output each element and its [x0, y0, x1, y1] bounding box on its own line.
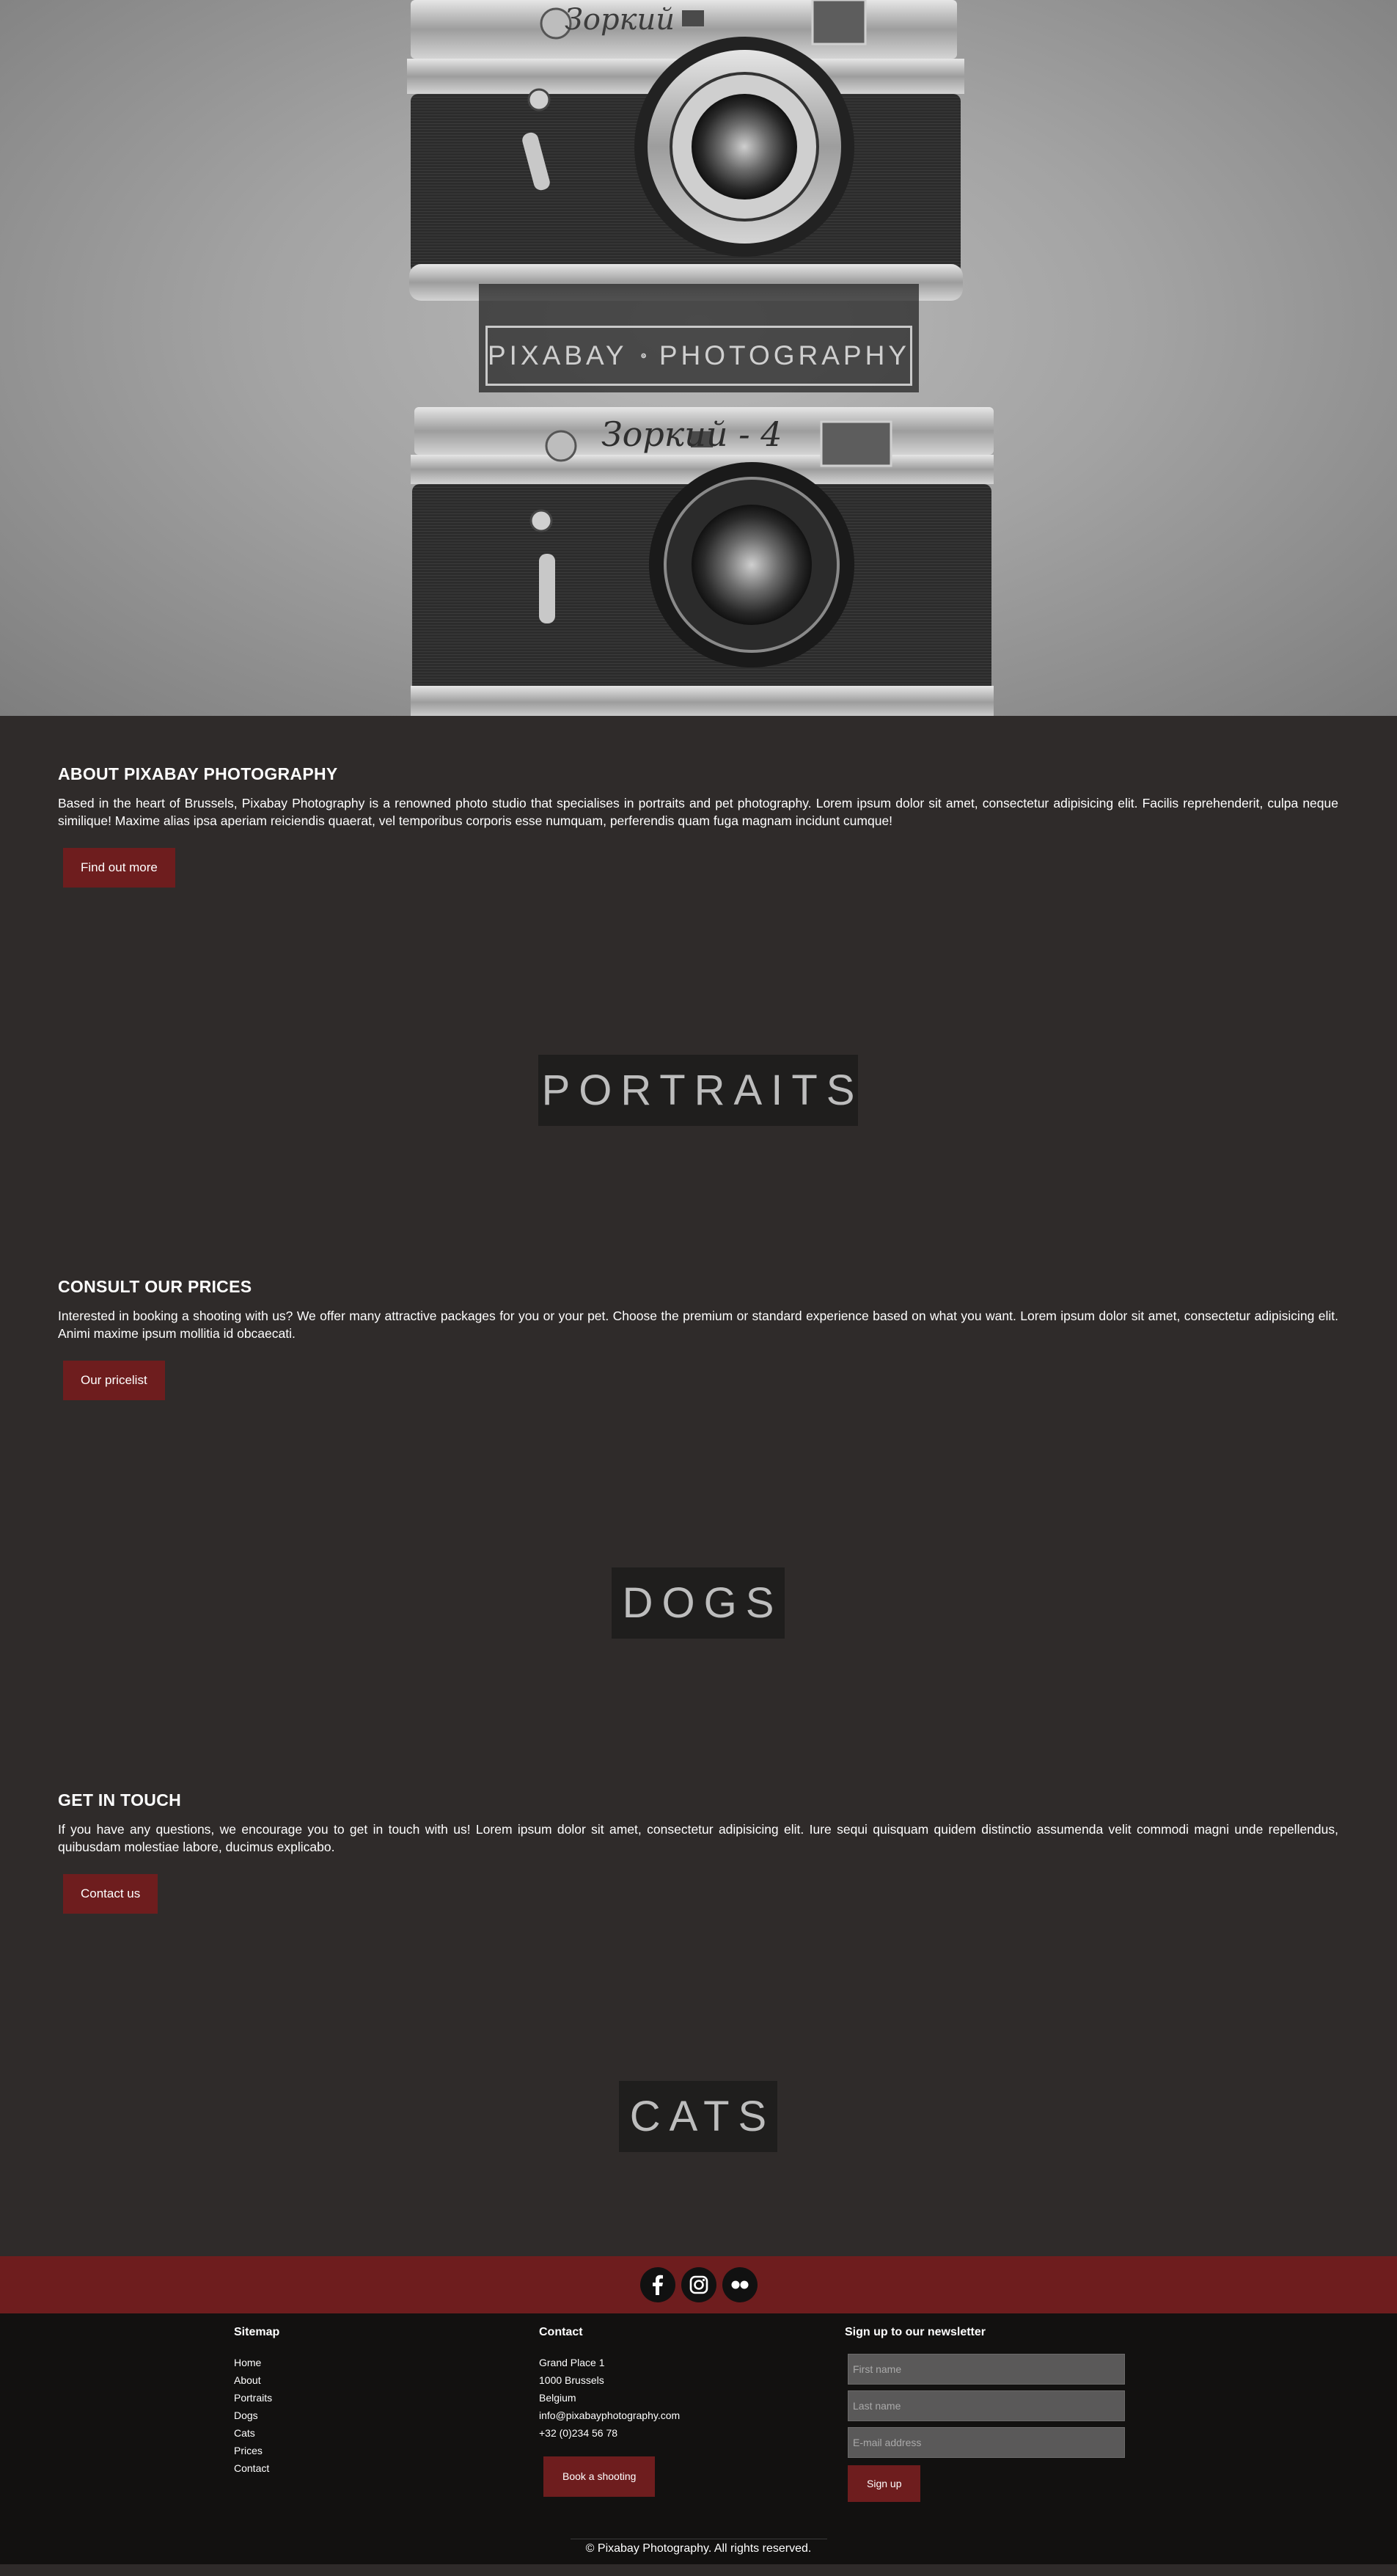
sitemap-link-portraits[interactable]: Portraits — [234, 2389, 279, 2407]
contact-phone[interactable]: +32 (0)234 56 78 — [539, 2424, 680, 2442]
sitemap-link-contact[interactable]: Contact — [234, 2459, 279, 2477]
logo-text-left: PIXABAY — [488, 340, 628, 370]
prices-text: Interested in booking a shooting with us… — [58, 1309, 1338, 1341]
bottom-strip — [0, 2564, 1397, 2576]
contact-title: GET IN TOUCH — [58, 1790, 182, 1810]
sitemap-link-cats[interactable]: Cats — [234, 2424, 279, 2442]
cats-banner-label: CATS — [629, 2093, 776, 2140]
book-shooting-button[interactable]: Book a shooting — [543, 2456, 656, 2497]
instagram-icon[interactable] — [681, 2267, 716, 2302]
footer-sitemap: Sitemap Home About Portraits Dogs Cats P… — [234, 2326, 279, 2477]
flickr-icon[interactable] — [722, 2267, 758, 2302]
first-name-input[interactable] — [848, 2354, 1125, 2385]
about-text: Based in the heart of Brussels, Pixabay … — [58, 796, 1338, 828]
camera-top-script: Зоркий — [565, 3, 675, 37]
pricelist-button[interactable]: Our pricelist — [63, 1361, 165, 1400]
social-bar — [0, 2256, 1397, 2313]
footer-contact: Contact Grand Place 1 1000 Brussels Belg… — [539, 2326, 680, 2497]
copyright-text: © Pixabay Photography. All rights reserv… — [585, 2542, 812, 2555]
footer-contact-title: Contact — [539, 2326, 583, 2338]
find-out-more-button[interactable]: Find out more — [63, 848, 175, 888]
contact-email[interactable]: info@pixabayphotography.com — [539, 2407, 680, 2424]
portraits-banner[interactable]: PORTRAITS — [538, 1055, 858, 1126]
email-input[interactable] — [848, 2427, 1125, 2458]
about-section: ABOUT PIXABAY PHOTOGRAPHY Based in the h… — [58, 764, 1338, 888]
footer: Sitemap Home About Portraits Dogs Cats P… — [0, 2313, 1397, 2564]
cats-banner[interactable]: CATS — [619, 2081, 777, 2152]
prices-section: CONSULT OUR PRICES Interested in booking… — [58, 1277, 1338, 1400]
contact-us-button[interactable]: Contact us — [63, 1874, 158, 1914]
camera-bottom-script: Зоркий - 4 — [601, 414, 782, 454]
aperture-icon — [640, 353, 646, 359]
dogs-banner[interactable]: DOGS — [612, 1567, 785, 1639]
contact-section: GET IN TOUCH If you have any questions, … — [58, 1790, 1338, 1914]
hero-image: Зоркий Зоркий - 4 PIXABAY PHOTOGRAPHY — [0, 0, 1397, 716]
sitemap-link-about[interactable]: About — [234, 2371, 279, 2389]
sitemap-link-home[interactable]: Home — [234, 2354, 279, 2371]
sitemap-list: Home About Portraits Dogs Cats Prices Co… — [234, 2354, 279, 2477]
address-country: Belgium — [539, 2392, 576, 2404]
sitemap-link-dogs[interactable]: Dogs — [234, 2407, 279, 2424]
dogs-banner-label: DOGS — [622, 1579, 783, 1627]
newsletter-title: Sign up to our newsletter — [845, 2326, 986, 2338]
contact-text: If you have any questions, we encourage … — [58, 1822, 1338, 1854]
sign-up-button[interactable]: Sign up — [848, 2465, 921, 2502]
facebook-icon[interactable] — [639, 2267, 675, 2302]
site-logo[interactable]: PIXABAY PHOTOGRAPHY — [485, 326, 912, 386]
last-name-input[interactable] — [848, 2390, 1125, 2421]
about-title: ABOUT PIXABAY PHOTOGRAPHY — [58, 764, 338, 783]
address-street: Grand Place 1 — [539, 2357, 605, 2368]
address-city: 1000 Brussels — [539, 2374, 604, 2386]
prices-title: CONSULT OUR PRICES — [58, 1277, 252, 1296]
portraits-banner-label: PORTRAITS — [541, 1066, 864, 1114]
sitemap-title: Sitemap — [234, 2326, 280, 2338]
logo-text-right: PHOTOGRAPHY — [659, 340, 910, 370]
footer-newsletter: Sign up to our newsletter Sign up — [845, 2326, 1125, 2502]
sitemap-link-prices[interactable]: Prices — [234, 2442, 279, 2459]
